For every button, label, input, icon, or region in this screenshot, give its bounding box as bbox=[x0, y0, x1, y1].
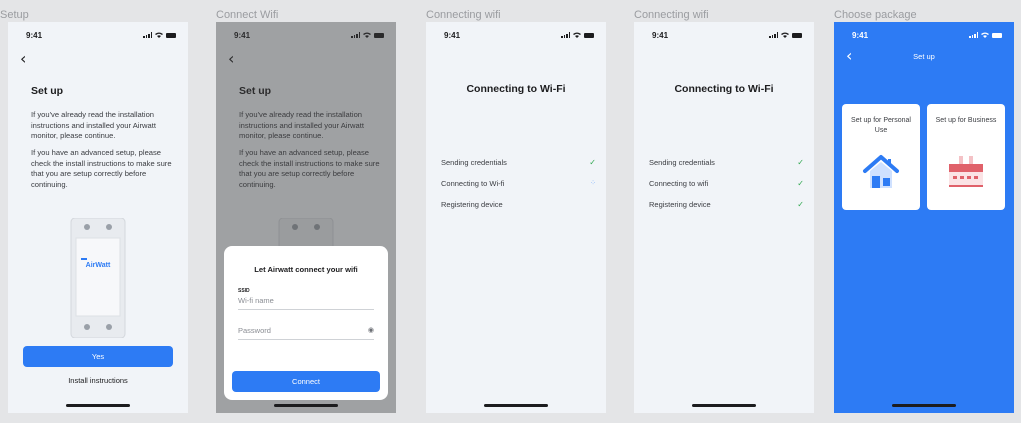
password-placeholder: Password bbox=[238, 326, 271, 335]
check-icon: ✓ bbox=[589, 158, 596, 167]
ssid-label: SSID bbox=[238, 288, 250, 294]
check-icon: ✓ bbox=[797, 158, 804, 167]
step-sending-credentials: Sending credentials ✓ bbox=[649, 158, 804, 167]
personal-use-label: Set up for Personal Use bbox=[851, 117, 911, 134]
battery-icon bbox=[992, 32, 1002, 38]
back-icon[interactable]: ‹ bbox=[20, 49, 26, 68]
signal-icon bbox=[769, 32, 778, 38]
page-title: Set up bbox=[31, 85, 64, 97]
step-label: Connecting to wifi bbox=[649, 179, 709, 188]
wifi-icon bbox=[573, 32, 581, 38]
step-connecting-wifi: Connecting to wifi ✓ bbox=[649, 179, 804, 188]
page-title: Connecting to Wi-Fi bbox=[674, 83, 774, 95]
setup-screen: 9:41 ‹ Set up If you've already read the… bbox=[8, 22, 188, 413]
connect-wifi-screen: 9:41 ‹ Set up If you've already read the… bbox=[216, 22, 396, 413]
status-time: 9:41 bbox=[852, 31, 869, 40]
personal-use-card[interactable]: Set up for Personal Use bbox=[842, 104, 920, 210]
home-indicator bbox=[66, 404, 130, 407]
airwatt-device-image bbox=[70, 218, 126, 338]
battery-icon bbox=[166, 32, 176, 38]
check-icon: ✓ bbox=[797, 200, 804, 209]
wifi-icon bbox=[981, 32, 989, 38]
status-time: 9:41 bbox=[444, 31, 461, 40]
factory-icon bbox=[949, 156, 983, 187]
screen-label-setup: Setup bbox=[0, 9, 29, 21]
yes-button[interactable]: Yes bbox=[23, 346, 173, 367]
status-bar: 9:41 bbox=[634, 31, 814, 43]
connect-button[interactable]: Connect bbox=[232, 371, 380, 392]
screen-label-connect-wifi: Connect Wifi bbox=[216, 9, 279, 21]
signal-icon bbox=[561, 32, 570, 38]
wifi-icon bbox=[781, 32, 789, 38]
business-card[interactable]: Set up for Business bbox=[927, 104, 1005, 210]
wifi-bottom-sheet: Let Airwatt connect your wifi SSID Wi-fi… bbox=[224, 246, 388, 400]
step-label: Connecting to Wi-fi bbox=[441, 179, 505, 188]
battery-icon bbox=[792, 32, 802, 38]
install-instructions-link[interactable]: Install instructions bbox=[8, 376, 188, 385]
step-sending-credentials: Sending credentials ✓ bbox=[441, 158, 596, 167]
step-label: Sending credentials bbox=[649, 158, 715, 167]
home-indicator bbox=[692, 404, 756, 407]
device-brand-label: AirWatt bbox=[85, 262, 111, 269]
eye-icon[interactable]: ◉ bbox=[368, 326, 374, 334]
status-bar: 9:41 bbox=[426, 31, 606, 43]
step-registering-device: Registering device ✓ bbox=[649, 200, 804, 209]
home-indicator bbox=[892, 404, 956, 407]
nav-title: Set up bbox=[913, 52, 935, 61]
screen-label-choose-package: Choose package bbox=[834, 9, 917, 21]
choose-package-screen: 9:41 ‹ Set up Set up for Personal Use Se… bbox=[834, 22, 1014, 413]
page-title: Connecting to Wi-Fi bbox=[466, 83, 566, 95]
step-registering-device: Registering device bbox=[441, 200, 596, 209]
status-bar: 9:41 bbox=[834, 31, 1014, 43]
signal-icon bbox=[143, 32, 152, 38]
business-label: Set up for Business bbox=[935, 117, 997, 124]
sheet-title: Let Airwatt connect your wifi bbox=[254, 265, 358, 274]
home-indicator bbox=[484, 404, 548, 407]
wifi-icon bbox=[155, 32, 163, 38]
house-icon bbox=[863, 155, 899, 188]
home-indicator bbox=[274, 404, 338, 407]
ssid-input[interactable]: Wi-fi name bbox=[238, 296, 374, 310]
intro-paragraph: If you've already read the installation … bbox=[31, 110, 156, 140]
advanced-paragraph: If you have an advanced setup, please ch… bbox=[31, 148, 172, 189]
connecting-wifi-screen-1: 9:41 Connecting to Wi-Fi Sending credent… bbox=[426, 22, 606, 413]
status-time: 9:41 bbox=[652, 31, 669, 40]
signal-icon bbox=[969, 32, 978, 38]
connecting-wifi-screen-2: 9:41 Connecting to Wi-Fi Sending credent… bbox=[634, 22, 814, 413]
battery-icon bbox=[584, 32, 594, 38]
screen-label-connecting-wifi-1: Connecting wifi bbox=[426, 9, 501, 21]
step-label: Sending credentials bbox=[441, 158, 507, 167]
status-bar: 9:41 bbox=[8, 31, 188, 43]
password-input[interactable]: Password ◉ bbox=[238, 326, 374, 340]
step-connecting-wifi: Connecting to Wi-fi ⁘ bbox=[441, 179, 596, 188]
check-icon: ✓ bbox=[797, 179, 804, 188]
spinner-icon: ⁘ bbox=[590, 179, 596, 187]
step-label: Registering device bbox=[441, 200, 503, 209]
step-label: Registering device bbox=[649, 200, 711, 209]
status-time: 9:41 bbox=[26, 31, 43, 40]
screen-label-connecting-wifi-2: Connecting wifi bbox=[634, 9, 709, 21]
